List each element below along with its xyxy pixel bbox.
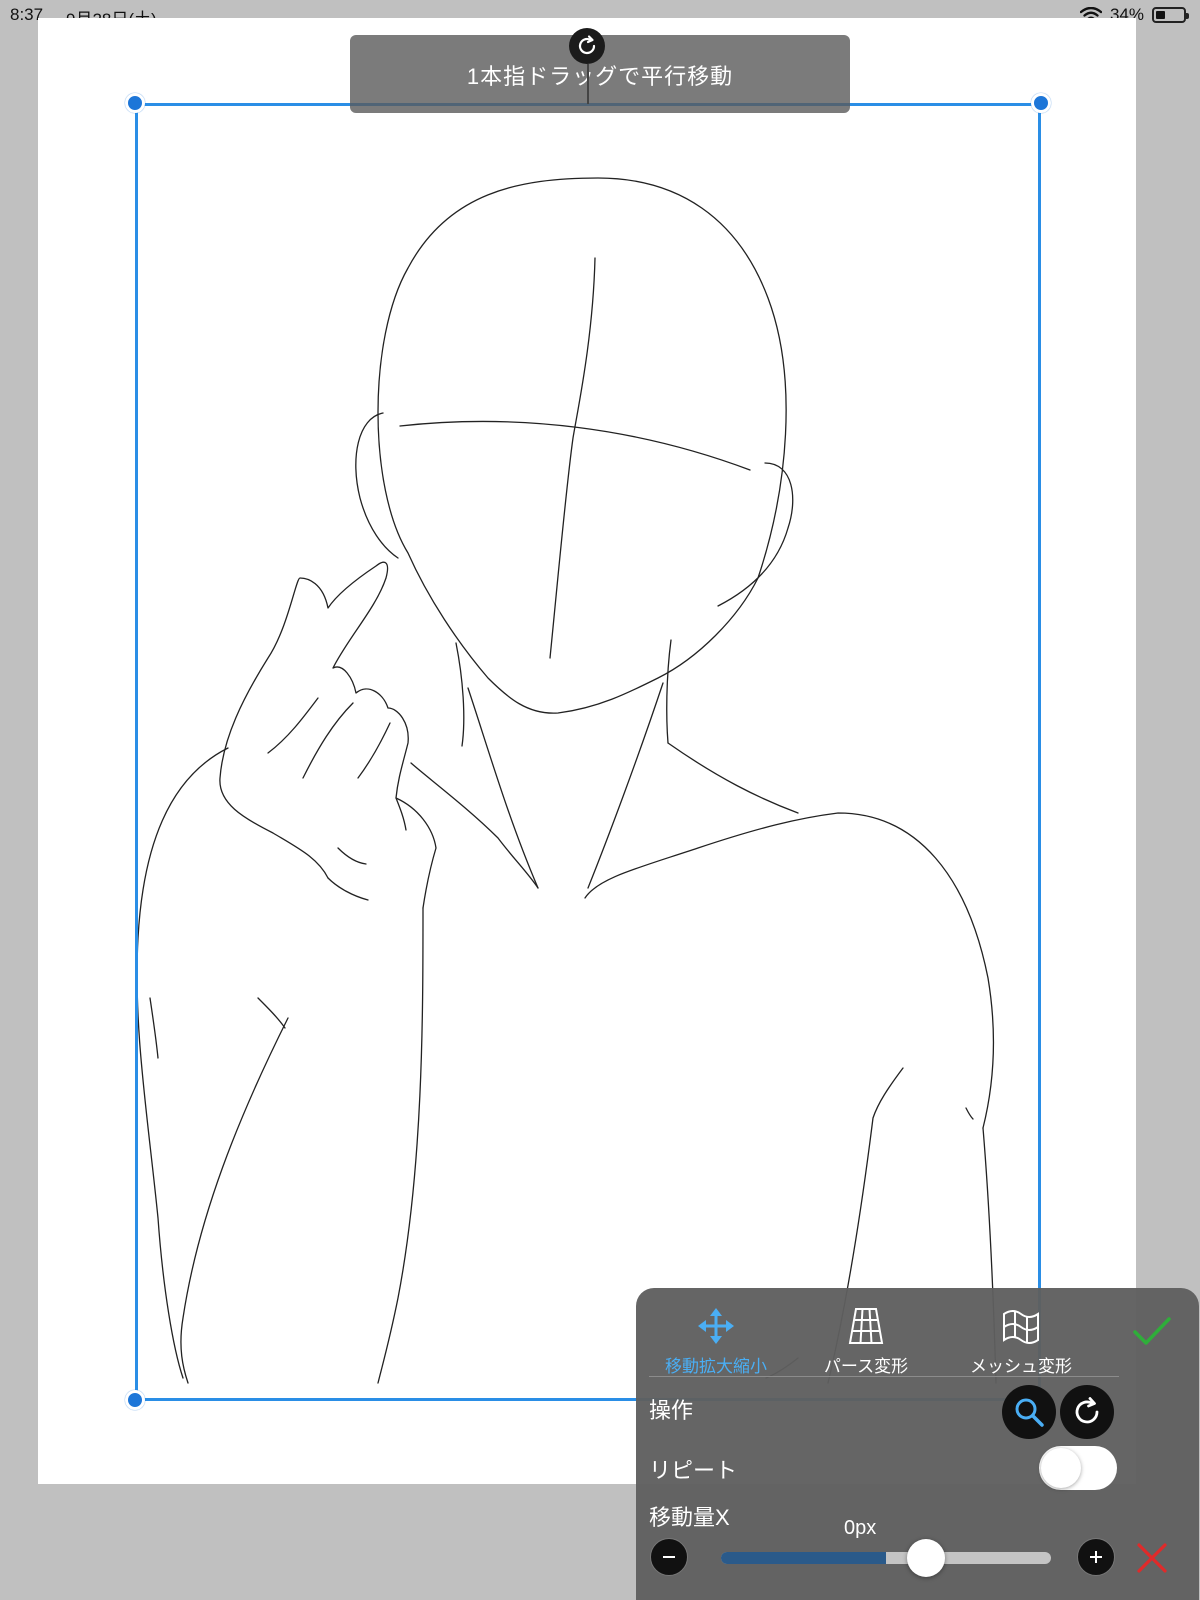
zoom-operation-button[interactable] [1002,1385,1056,1439]
magnifier-icon [1015,1398,1044,1427]
transform-tool-panel: 移動拡大縮小 パース変形 メッシュ変形 操作 リピート 移動量X 0px [636,1288,1199,1600]
corner-handle-bottom-left[interactable] [125,1390,145,1410]
mesh-warp-icon [1003,1310,1039,1344]
move-x-label: 移動量X [649,1505,730,1530]
mode-tab-move-scale[interactable]: 移動拡大縮小 [636,1306,796,1376]
decrease-button[interactable] [650,1538,688,1576]
rotate-icon [1075,1397,1099,1424]
confirm-check-icon[interactable] [1132,1316,1172,1346]
mode-tab-label: パース変形 [823,1357,909,1376]
repeat-toggle-knob [1041,1448,1081,1488]
selection-bounding-box[interactable] [135,103,1041,1401]
mode-tab-mesh[interactable]: メッシュ変形 [941,1306,1101,1376]
move-x-slider-thumb[interactable] [907,1539,945,1577]
move-arrows-icon [698,1308,734,1344]
move-x-slider-track[interactable] [721,1552,1051,1564]
cancel-x-icon[interactable] [1136,1542,1168,1574]
rotate-handle-stem [587,64,589,104]
perspective-grid-icon [848,1308,884,1344]
increase-button[interactable] [1077,1538,1115,1576]
corner-handle-top-right[interactable] [1031,93,1051,113]
mode-tab-label: 移動拡大縮小 [665,1357,767,1376]
move-x-value: 0px [844,1517,877,1539]
plus-icon [1090,1551,1102,1563]
repeat-toggle[interactable] [1039,1446,1117,1490]
mode-tab-perspective[interactable]: パース変形 [786,1306,946,1376]
battery-icon [1152,7,1189,23]
gesture-hint-text: 1本指ドラッグで平行移動 [466,64,734,89]
repeat-label: リピート [649,1458,738,1483]
rotate-handle-icon[interactable] [569,28,605,64]
corner-handle-top-left[interactable] [125,93,145,113]
rotate-operation-button[interactable] [1060,1385,1114,1439]
move-x-slider-fill [721,1552,886,1564]
mode-tab-label: メッシュ変形 [970,1357,1072,1376]
panel-divider [649,1376,1119,1377]
operation-label: 操作 [649,1398,694,1423]
minus-icon [663,1556,675,1558]
